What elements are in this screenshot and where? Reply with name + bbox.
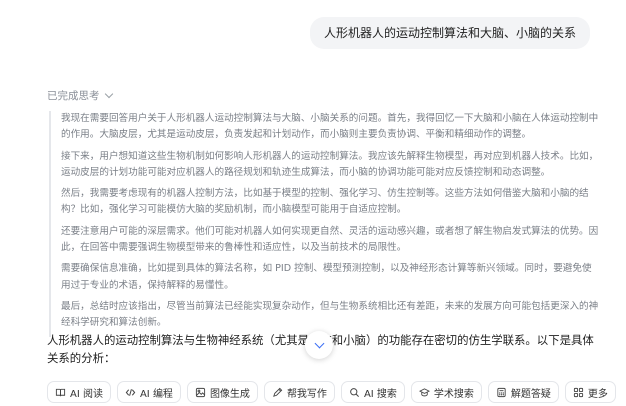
grid-icon	[573, 387, 584, 398]
tool-problem-solving[interactable]: 解题答疑	[487, 381, 559, 403]
image-icon	[195, 387, 206, 398]
chevron-down-icon	[104, 89, 113, 99]
thinking-paragraph: 我现在需要回答用户关于人形机器人运动控制算法与大脑、小脑关系的问题。首先，我得回…	[61, 113, 599, 141]
tool-academic-search[interactable]: 学术搜索	[410, 381, 482, 403]
user-message-bubble: 人形机器人的运动控制算法和大脑、小脑的关系	[309, 17, 590, 49]
thinking-status-label: 已完成思考	[47, 90, 100, 102]
chevron-down-icon	[314, 338, 324, 349]
tool-help-writing[interactable]: 帮我写作	[263, 381, 335, 403]
book-icon	[55, 387, 66, 398]
pen-icon	[272, 387, 283, 398]
thinking-toggle[interactable]: 已完成思考	[47, 88, 113, 103]
code-icon	[125, 387, 136, 398]
tool-image-generation[interactable]: 图像生成	[186, 381, 258, 403]
tool-bar: AI 阅读 AI 编程 图像生成 帮我写作 AI 搜索 学术搜索 解题答疑 更多	[47, 381, 616, 403]
thinking-paragraph: 接下来，用户想知道这些生物机制如何影响人形机器人的运动控制算法。我应该先解释生物…	[61, 150, 599, 178]
tool-label: 更多	[587, 388, 608, 400]
thinking-paragraph: 最后，总结时应该指出，尽管当前算法已经能实现复杂动作，但与生物系统相比还有差距，…	[61, 300, 599, 329]
tool-label: AI 阅读	[70, 388, 103, 400]
thinking-paragraph: 还要注意用户可能的深层需求。他们可能对机器人如何实现更自然、灵活的运动感兴趣，或…	[61, 225, 599, 254]
graduation-icon	[418, 387, 430, 398]
tool-ai-search[interactable]: AI 搜索	[340, 381, 405, 403]
tool-label: AI 搜索	[363, 388, 397, 400]
thinking-paragraph: 然后，我需要考虑现有的机器人控制方法，比如基于模型的控制、强化学习、仿生控制等。…	[61, 188, 589, 216]
tool-label: AI 编程	[139, 388, 173, 400]
tool-more[interactable]: 更多	[564, 381, 616, 403]
thinking-content: 我现在需要回答用户关于人形机器人运动控制算法与大脑、小脑关系的问题。首先，我得回…	[49, 111, 601, 337]
tool-label: 学术搜索	[433, 388, 474, 400]
calculator-icon	[496, 387, 507, 398]
tool-ai-reading[interactable]: AI 阅读	[47, 381, 111, 403]
thinking-paragraph: 需要确保信息准确，比如提到具体的算法名称，如 PID 控制、模型预测控制，以及神…	[61, 263, 592, 291]
tool-label: 解题答疑	[510, 388, 551, 400]
tool-label: 帮我写作	[286, 388, 327, 400]
scroll-to-bottom-button[interactable]	[305, 331, 333, 359]
search-icon	[349, 387, 360, 398]
tool-ai-coding[interactable]: AI 编程	[116, 381, 181, 403]
tool-label: 图像生成	[209, 388, 250, 400]
